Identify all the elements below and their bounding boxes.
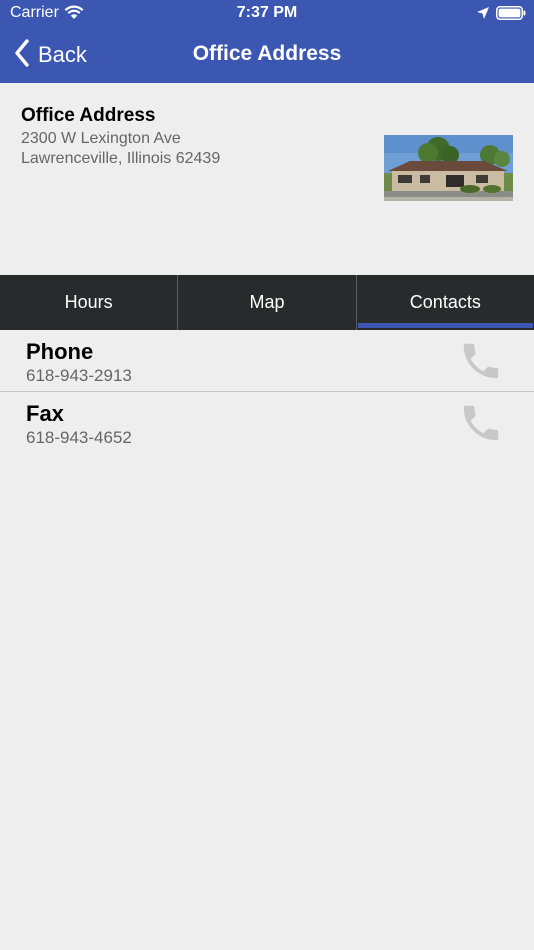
contact-label: Phone	[26, 339, 94, 364]
status-time: 7:37 PM	[236, 4, 298, 21]
tab-bar: Hours Map Contacts	[0, 275, 534, 330]
contact-row-phone[interactable]: Phone 618-943-2913	[0, 331, 534, 392]
contact-number: 618-943-2913	[26, 366, 132, 385]
battery-icon	[496, 6, 526, 25]
contact-number: 618-943-4652	[26, 428, 132, 447]
app-header: Carrier 7:37 PM Back Office Address	[0, 0, 534, 83]
page-title: Office Address	[192, 42, 342, 65]
address-city-state: Lawrenceville, Illinois 62439	[21, 150, 221, 167]
phone-icon[interactable]	[458, 338, 504, 389]
contact-label: Fax	[26, 401, 64, 426]
address-card: Office Address 2300 W Lexington Ave Lawr…	[0, 83, 534, 275]
tab-hours[interactable]: Hours	[0, 275, 179, 330]
phone-icon[interactable]	[458, 400, 504, 451]
navigation-bar: Back Office Address	[0, 28, 534, 83]
address-street: 2300 W Lexington Ave	[21, 130, 181, 147]
status-bar: Carrier 7:37 PM	[0, 0, 534, 28]
address-title: Office Address	[21, 105, 156, 126]
tab-contacts[interactable]: Contacts	[357, 275, 534, 330]
contact-row-fax[interactable]: Fax 618-943-4652	[0, 393, 534, 454]
location-arrow-icon	[476, 6, 490, 25]
office-photo	[384, 135, 513, 206]
tab-map[interactable]: Map	[178, 275, 357, 330]
